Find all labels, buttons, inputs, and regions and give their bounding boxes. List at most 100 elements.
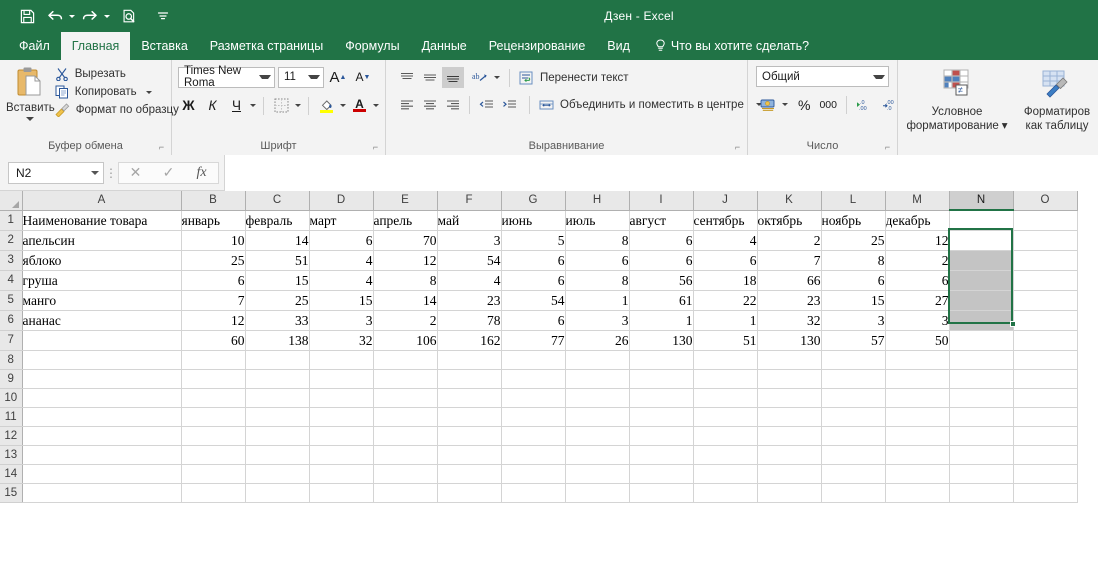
cell-C15[interactable] xyxy=(245,483,310,503)
cell-C6[interactable]: 33 xyxy=(245,310,310,331)
cell-J7[interactable]: 51 xyxy=(693,330,758,351)
cell-G13[interactable] xyxy=(501,445,566,465)
cell-I4[interactable]: 56 xyxy=(629,270,694,291)
cell-J15[interactable] xyxy=(693,483,758,503)
cell-O10[interactable] xyxy=(1013,388,1078,408)
tell-me-box[interactable]: Что вы хотите сделать? xyxy=(641,32,809,60)
column-header-m[interactable]: M xyxy=(885,191,950,211)
cell-B6[interactable]: 12 xyxy=(181,310,246,331)
cell-L13[interactable] xyxy=(821,445,886,465)
cell-K15[interactable] xyxy=(757,483,822,503)
cell-K5[interactable]: 23 xyxy=(757,290,822,311)
cell-J1[interactable]: сентябрь xyxy=(693,210,758,231)
cell-C1[interactable]: февраль xyxy=(245,210,310,231)
row-header-1[interactable]: 1 xyxy=(0,210,23,231)
percent-format-button[interactable]: % xyxy=(794,94,814,115)
cell-K6[interactable]: 32 xyxy=(757,310,822,331)
cell-H7[interactable]: 26 xyxy=(565,330,630,351)
decrease-font-size-button[interactable]: A ▼ xyxy=(352,66,374,88)
cell-I14[interactable] xyxy=(629,464,694,484)
fill-color-button[interactable] xyxy=(316,95,337,116)
enter-icon[interactable]: ✓ xyxy=(152,163,185,183)
align-top-button[interactable] xyxy=(396,67,418,88)
increase-decimal-button[interactable]: .0.00 xyxy=(852,94,877,115)
cell-D10[interactable] xyxy=(309,388,374,408)
cell-G12[interactable] xyxy=(501,426,566,446)
cell-K10[interactable] xyxy=(757,388,822,408)
cell-B5[interactable]: 7 xyxy=(181,290,246,311)
cell-C9[interactable] xyxy=(245,369,310,389)
cell-C11[interactable] xyxy=(245,407,310,427)
cell-M12[interactable] xyxy=(885,426,950,446)
increase-indent-button[interactable] xyxy=(498,94,520,115)
cell-C7[interactable]: 138 xyxy=(245,330,310,351)
cell-H8[interactable] xyxy=(565,350,630,370)
cell-D3[interactable]: 4 xyxy=(309,250,374,271)
number-format-caret[interactable] xyxy=(873,74,885,79)
accounting-dropdown-caret[interactable] xyxy=(782,103,788,106)
cell-B12[interactable] xyxy=(181,426,246,446)
cell-H12[interactable] xyxy=(565,426,630,446)
cell-L3[interactable]: 8 xyxy=(821,250,886,271)
borders-button[interactable] xyxy=(271,95,292,116)
cell-M11[interactable] xyxy=(885,407,950,427)
cell-E11[interactable] xyxy=(373,407,438,427)
cell-N5[interactable] xyxy=(949,290,1014,311)
cell-E10[interactable] xyxy=(373,388,438,408)
cell-I13[interactable] xyxy=(629,445,694,465)
cell-H9[interactable] xyxy=(565,369,630,389)
cell-O11[interactable] xyxy=(1013,407,1078,427)
row-header-14[interactable]: 14 xyxy=(0,464,23,484)
redo-button[interactable] xyxy=(77,4,110,28)
cell-H14[interactable] xyxy=(565,464,630,484)
cell-G6[interactable]: 6 xyxy=(501,310,566,331)
cell-M2[interactable]: 12 xyxy=(885,230,950,251)
cell-C3[interactable]: 51 xyxy=(245,250,310,271)
cell-K12[interactable] xyxy=(757,426,822,446)
cell-G9[interactable] xyxy=(501,369,566,389)
tab-file[interactable]: Файл xyxy=(8,32,61,60)
formula-input[interactable] xyxy=(224,154,1098,191)
merge-center-button[interactable]: Объединить и поместить в центре xyxy=(539,98,762,112)
cancel-icon[interactable]: ✕ xyxy=(119,163,152,183)
row-header-6[interactable]: 6 xyxy=(0,310,23,331)
cell-G2[interactable]: 5 xyxy=(501,230,566,251)
column-header-k[interactable]: K xyxy=(757,191,822,211)
cell-I1[interactable]: август xyxy=(629,210,694,231)
cut-button[interactable]: Вырезать xyxy=(55,67,179,81)
fill-handle[interactable] xyxy=(1010,321,1016,327)
cell-M7[interactable]: 50 xyxy=(885,330,950,351)
cell-I2[interactable]: 6 xyxy=(629,230,694,251)
align-center-button[interactable] xyxy=(419,94,441,115)
cell-N2[interactable] xyxy=(949,230,1014,251)
cell-K2[interactable]: 2 xyxy=(757,230,822,251)
cell-J2[interactable]: 4 xyxy=(693,230,758,251)
cell-G4[interactable]: 6 xyxy=(501,270,566,291)
cell-E5[interactable]: 14 xyxy=(373,290,438,311)
clipboard-dialog-launcher[interactable]: ⌐ xyxy=(157,143,166,152)
cell-J13[interactable] xyxy=(693,445,758,465)
cell-K1[interactable]: октябрь xyxy=(757,210,822,231)
save-icon[interactable] xyxy=(14,4,40,28)
tab-insert[interactable]: Вставка xyxy=(130,32,198,60)
row-header-15[interactable]: 15 xyxy=(0,483,23,503)
number-dialog-launcher[interactable]: ⌐ xyxy=(883,143,892,152)
cell-H1[interactable]: июль xyxy=(565,210,630,231)
cell-E12[interactable] xyxy=(373,426,438,446)
cell-H4[interactable]: 8 xyxy=(565,270,630,291)
conditional-formatting-button[interactable]: ≠ Условное форматирование ▾ xyxy=(906,66,1008,133)
font-size-caret[interactable] xyxy=(308,75,320,79)
column-header-o[interactable]: O xyxy=(1013,191,1078,211)
cell-N15[interactable] xyxy=(949,483,1014,503)
wrap-text-button[interactable]: Перенести текст xyxy=(519,71,629,85)
cell-J5[interactable]: 22 xyxy=(693,290,758,311)
formula-bar-grip[interactable]: ⋮ xyxy=(104,166,118,180)
cell-O13[interactable] xyxy=(1013,445,1078,465)
column-header-b[interactable]: B xyxy=(181,191,246,211)
cell-M8[interactable] xyxy=(885,350,950,370)
bold-button[interactable]: Ж xyxy=(178,95,199,116)
cell-K3[interactable]: 7 xyxy=(757,250,822,271)
cell-I6[interactable]: 1 xyxy=(629,310,694,331)
cell-E7[interactable]: 106 xyxy=(373,330,438,351)
cell-F8[interactable] xyxy=(437,350,502,370)
